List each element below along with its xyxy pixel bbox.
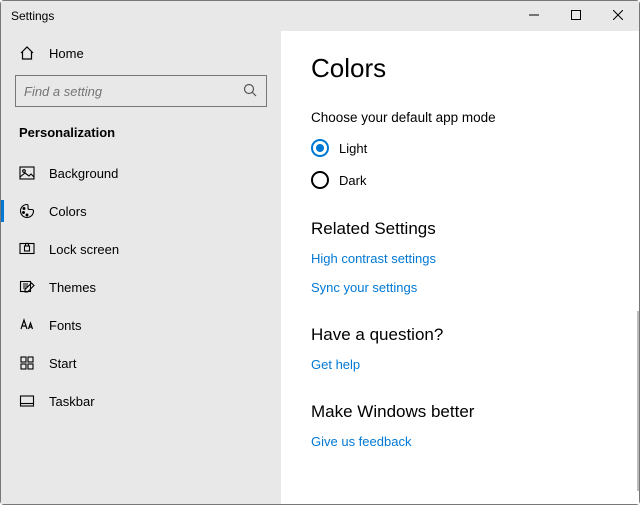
sidebar-item-colors[interactable]: Colors [1,192,281,230]
sidebar-item-label: Fonts [49,318,82,333]
radio-light-label: Light [339,141,367,156]
window-title: Settings [11,1,513,31]
mode-prompt: Choose your default app mode [311,110,609,125]
sidebar: Home Personalization Background Colors [1,31,281,504]
sidebar-item-label: Taskbar [49,394,95,409]
radio-icon [311,171,329,189]
lock-screen-icon [19,241,35,257]
link-feedback[interactable]: Give us feedback [311,434,609,449]
search-wrap [15,75,267,107]
titlebar: Settings [1,1,639,31]
fonts-icon [19,317,35,333]
radio-light[interactable]: Light [311,139,609,157]
sidebar-item-background[interactable]: Background [1,154,281,192]
sidebar-item-label: Background [49,166,118,181]
search-input[interactable] [15,75,267,107]
sidebar-item-start[interactable]: Start [1,344,281,382]
sidebar-item-label: Colors [49,204,87,219]
sidebar-home[interactable]: Home [1,31,281,75]
link-get-help[interactable]: Get help [311,357,609,372]
related-settings-head: Related Settings [311,219,609,239]
close-icon [613,10,623,20]
content: Colors Choose your default app mode Ligh… [281,31,639,504]
sidebar-item-themes[interactable]: Themes [1,268,281,306]
home-icon [19,45,35,61]
main-area: Home Personalization Background Colors [1,31,639,504]
sidebar-item-fonts[interactable]: Fonts [1,306,281,344]
minimize-icon [529,10,539,20]
sidebar-item-lock-screen[interactable]: Lock screen [1,230,281,268]
radio-icon [311,139,329,157]
radio-dark-label: Dark [339,173,366,188]
sidebar-item-label: Themes [49,280,96,295]
sidebar-category: Personalization [1,125,281,154]
search-icon [243,83,257,100]
better-head: Make Windows better [311,402,609,422]
themes-icon [19,279,35,295]
sidebar-item-taskbar[interactable]: Taskbar [1,382,281,420]
start-icon [19,355,35,371]
close-button[interactable] [597,1,639,29]
sidebar-item-label: Start [49,356,76,371]
link-high-contrast[interactable]: High contrast settings [311,251,609,266]
maximize-icon [571,10,581,20]
radio-dark[interactable]: Dark [311,171,609,189]
page-title: Colors [311,53,609,84]
colors-icon [19,203,35,219]
link-sync-settings[interactable]: Sync your settings [311,280,609,295]
question-head: Have a question? [311,325,609,345]
taskbar-icon [19,393,35,409]
minimize-button[interactable] [513,1,555,29]
maximize-button[interactable] [555,1,597,29]
background-icon [19,165,35,181]
home-label: Home [49,46,84,61]
sidebar-item-label: Lock screen [49,242,119,257]
